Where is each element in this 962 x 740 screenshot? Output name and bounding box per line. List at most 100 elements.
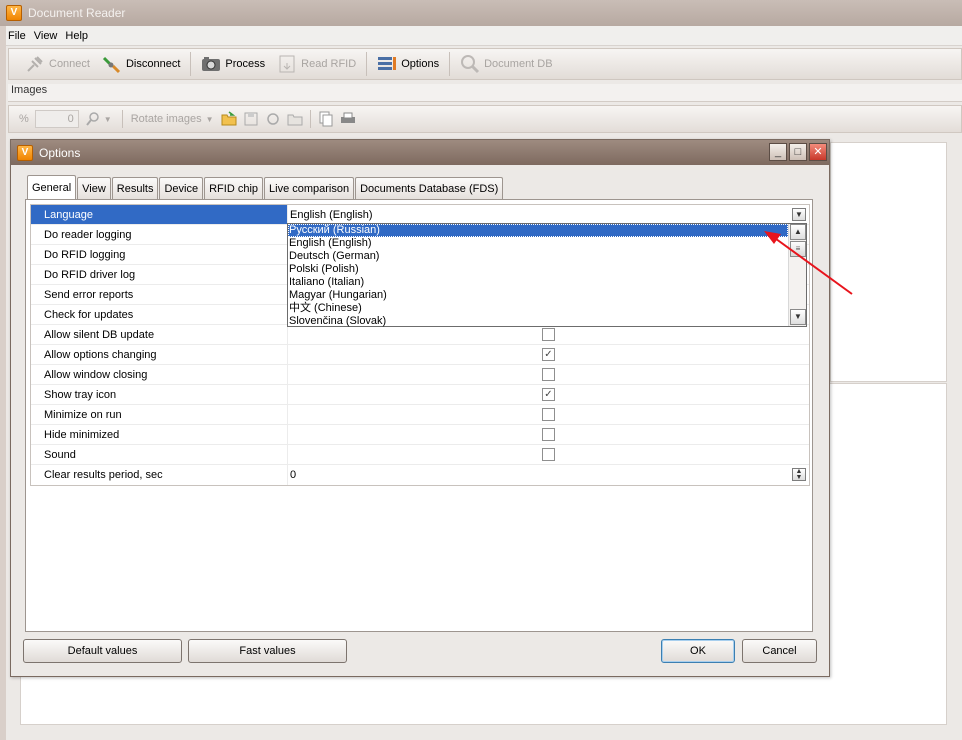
scroll-up-icon[interactable]: ▲	[790, 224, 806, 240]
property-row[interactable]: Allow window closing	[31, 365, 809, 385]
checkbox-unchecked[interactable]	[542, 448, 555, 461]
language-dropdown-list: Русский (Russian) English (English) Deut…	[287, 223, 807, 327]
checkbox-checked[interactable]: ✓	[542, 388, 555, 401]
property-row[interactable]: Allow silent DB update	[31, 325, 809, 345]
connect-button[interactable]: Connect	[19, 51, 96, 77]
menu-file[interactable]: File	[8, 30, 26, 42]
zoom-dropdown-icon[interactable]: ▼	[104, 115, 112, 124]
images-panel-header: Images	[8, 84, 962, 102]
property-name: Do reader logging	[31, 225, 288, 244]
language-option-hungarian[interactable]: Magyar (Hungarian)	[288, 289, 788, 302]
main-toolbar: Connect Disconnect Process Read RFID Opt…	[8, 48, 962, 80]
toolbar-separator	[121, 110, 123, 128]
language-option-italian[interactable]: Italiano (Italian)	[288, 276, 788, 289]
fast-values-label: Fast values	[239, 645, 296, 657]
print-icon[interactable]	[340, 111, 356, 127]
copy-icon[interactable]	[318, 111, 334, 127]
tab-general[interactable]: General	[27, 175, 77, 199]
property-row-language[interactable]: Language English (English) ▼	[31, 205, 809, 225]
disconnect-label: Disconnect	[125, 58, 181, 70]
dropdown-scrollbar[interactable]: ▲ ≡ ▼	[788, 224, 806, 326]
close-button[interactable]: ✕	[809, 143, 827, 161]
clear-period-spinner[interactable]: 0 ▲ ▼	[288, 465, 809, 485]
menubar: File View Help	[0, 26, 962, 46]
property-value[interactable]	[288, 365, 809, 384]
image-preview-area	[830, 142, 947, 382]
menu-help[interactable]: Help	[65, 30, 88, 42]
property-name: Minimize on run	[31, 405, 288, 424]
property-name: Clear results period, sec	[31, 465, 288, 485]
property-value[interactable]	[288, 405, 809, 424]
language-option-polish[interactable]: Polski (Polish)	[288, 263, 788, 276]
toolbar-separator	[190, 52, 192, 76]
disconnect-button[interactable]: Disconnect	[96, 51, 186, 77]
scroll-thumb[interactable]: ≡	[790, 241, 806, 257]
rotate-dropdown-icon[interactable]: ▼	[206, 115, 214, 124]
app-logo-icon: V	[6, 5, 22, 21]
property-row[interactable]: Clear results period, sec 0 ▲ ▼	[31, 465, 809, 485]
property-name: Send error reports	[31, 285, 288, 304]
process-button[interactable]: Process	[195, 51, 271, 77]
tab-view[interactable]: View	[77, 177, 111, 199]
language-option-slovak[interactable]: Slovenčina (Slovak)	[288, 315, 788, 328]
folder-icon[interactable]	[287, 111, 303, 127]
language-option-german[interactable]: Deutsch (German)	[288, 250, 788, 263]
refresh-icon[interactable]	[265, 111, 281, 127]
maximize-icon: □	[794, 145, 802, 158]
chevron-down-icon[interactable]: ▼	[792, 208, 806, 221]
tab-live-comparison[interactable]: Live comparison	[264, 177, 355, 199]
toolbar-separator	[309, 110, 311, 128]
checkbox-unchecked[interactable]	[542, 428, 555, 441]
options-dialog-titlebar: V Options _ □ ✕	[11, 140, 829, 165]
tab-results[interactable]: Results	[111, 177, 159, 199]
zoom-icon[interactable]	[85, 111, 101, 127]
property-row[interactable]: Sound	[31, 445, 809, 465]
options-button[interactable]: Options	[371, 51, 445, 77]
rotate-images-button[interactable]: Rotate images	[131, 113, 202, 125]
cancel-label: Cancel	[762, 645, 797, 657]
read-rfid-button[interactable]: Read RFID	[271, 51, 362, 77]
checkbox-checked[interactable]: ✓	[542, 348, 555, 361]
property-name: Do RFID logging	[31, 245, 288, 264]
property-value[interactable]	[288, 445, 809, 464]
default-values-button[interactable]: Default values	[23, 639, 182, 663]
property-row[interactable]: Allow options changing ✓	[31, 345, 809, 365]
document-db-label: Document DB	[484, 58, 553, 70]
clear-period-value: 0	[290, 469, 297, 481]
property-row[interactable]: Hide minimized	[31, 425, 809, 445]
property-value[interactable]	[288, 425, 809, 444]
cancel-button[interactable]: Cancel	[742, 639, 817, 663]
property-name: Check for updates	[31, 305, 288, 324]
spinner-icon[interactable]: ▲ ▼	[792, 468, 806, 481]
checkbox-unchecked[interactable]	[542, 328, 555, 341]
checkbox-unchecked[interactable]	[542, 408, 555, 421]
property-row[interactable]: Minimize on run	[31, 405, 809, 425]
property-row[interactable]: Show tray icon ✓	[31, 385, 809, 405]
zoom-value: 0	[67, 113, 74, 125]
options-label: Options	[401, 58, 440, 70]
maximize-button[interactable]: □	[789, 143, 807, 161]
language-option-chinese[interactable]: 中文 (Chinese)	[288, 302, 788, 315]
language-option-english[interactable]: English (English)	[288, 237, 788, 250]
property-name: Language	[31, 205, 288, 224]
checkbox-unchecked[interactable]	[542, 368, 555, 381]
ok-button[interactable]: OK	[661, 639, 735, 663]
zoom-input[interactable]: 0	[34, 110, 79, 128]
property-value[interactable]: ✓	[288, 345, 809, 364]
scroll-down-icon[interactable]: ▼	[790, 309, 806, 325]
tab-documents-database[interactable]: Documents Database (FDS)	[355, 177, 504, 199]
window-left-border	[0, 26, 6, 740]
language-combo[interactable]: English (English) ▼	[288, 205, 809, 224]
fast-values-button[interactable]: Fast values	[188, 639, 347, 663]
connect-label: Connect	[49, 58, 90, 70]
property-value[interactable]: ✓	[288, 385, 809, 404]
save-icon[interactable]	[243, 111, 259, 127]
tab-rfid-chip[interactable]: RFID chip	[204, 177, 264, 199]
language-option-russian[interactable]: Русский (Russian)	[288, 224, 788, 237]
minimize-button[interactable]: _	[769, 143, 787, 161]
tab-device[interactable]: Device	[159, 177, 204, 199]
document-db-button[interactable]: Document DB	[454, 51, 558, 77]
open-folder-icon[interactable]	[221, 111, 237, 127]
menu-view[interactable]: View	[34, 30, 58, 42]
plug-icon	[27, 56, 43, 72]
